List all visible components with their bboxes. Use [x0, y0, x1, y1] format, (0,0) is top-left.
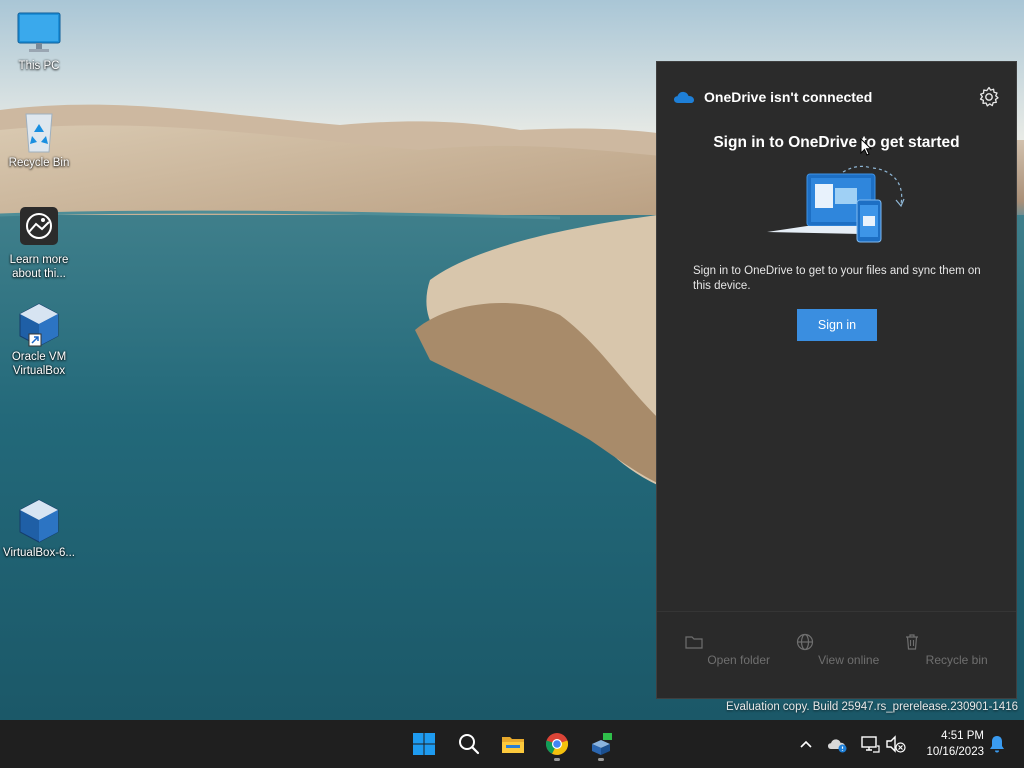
volume-button[interactable] — [884, 732, 908, 756]
onedrive-description: Sign in to OneDrive to get to your files… — [693, 265, 981, 292]
taskbar-clock[interactable]: 4:51 PM 10/16/2023 — [926, 728, 984, 760]
virtualbox-icon — [16, 498, 62, 544]
open-folder-label: Open folder — [707, 653, 771, 667]
recycle-bin-button[interactable]: Recycle bin — [891, 632, 999, 667]
learn-more-icon — [16, 205, 62, 251]
running-indicator — [554, 758, 560, 761]
file-explorer-button[interactable] — [495, 726, 531, 762]
desktop-icon-label: Recycle Bin — [8, 157, 70, 169]
start-button[interactable] — [406, 726, 442, 762]
clock-time: 4:51 PM — [941, 730, 984, 742]
desktop-icon-label: Oracle VM VirtualBox — [11, 351, 67, 377]
settings-gear-icon[interactable] — [978, 86, 1000, 108]
desktop-icon-label: This PC — [18, 60, 60, 72]
onedrive-tray-button[interactable] — [826, 732, 850, 756]
recycle-bin-icon — [16, 108, 62, 154]
search-icon — [459, 734, 480, 755]
running-indicator — [598, 758, 604, 761]
virtualbox-taskbar-button[interactable] — [583, 726, 619, 762]
taskbar: 4:51 PM 10/16/2023 — [0, 720, 1024, 768]
clock-date: 10/16/2023 — [926, 746, 984, 758]
mouse-cursor-icon — [860, 138, 872, 156]
desktop-icon-recycle-bin[interactable]: Recycle Bin — [1, 108, 77, 170]
folder-icon — [685, 636, 703, 649]
open-folder-button[interactable]: Open folder — [673, 632, 781, 667]
onedrive-tray-icon — [828, 739, 847, 753]
chrome-button[interactable] — [539, 726, 575, 762]
notification-bell-icon — [990, 736, 1004, 753]
onedrive-title: OneDrive isn't connected — [704, 89, 873, 105]
desktop-icon-oracle-vm-virtualbox[interactable]: Oracle VM VirtualBox — [1, 302, 77, 378]
sign-in-button[interactable]: Sign in — [797, 309, 877, 341]
desktop-icon-label: VirtualBox-6... — [2, 547, 75, 559]
virtualbox-icon — [592, 733, 612, 755]
chrome-icon — [545, 733, 569, 755]
laptop-phone-sync-illustration — [767, 165, 905, 243]
network-icon — [861, 736, 880, 753]
onedrive-footer: Open folder View online Recycle bin — [657, 611, 1016, 698]
notification-button[interactable] — [985, 732, 1009, 756]
onedrive-header: OneDrive isn't connected — [673, 86, 1000, 108]
evaluation-watermark: Evaluation copy. Build 25947.rs_prerelea… — [726, 701, 1018, 713]
onedrive-flyout: OneDrive isn't connected Sign in to OneD… — [656, 61, 1017, 699]
desktop-icon-this-pc[interactable]: This PC — [1, 11, 77, 73]
onedrive-heading: Sign in to OneDrive to get started — [713, 134, 960, 151]
network-button[interactable] — [858, 732, 882, 756]
view-online-button[interactable]: View online — [783, 632, 891, 667]
show-hidden-icons-button[interactable] — [794, 732, 818, 756]
desktop-icon-label: Learn more about thi... — [9, 254, 69, 280]
monitor-icon — [16, 11, 62, 57]
desktop-icon-virtualbox-installer[interactable]: VirtualBox-6... — [1, 498, 77, 560]
start-icon — [413, 733, 435, 755]
search-button[interactable] — [451, 726, 487, 762]
view-online-label: View online — [818, 653, 880, 667]
recycle-bin-label: Recycle bin — [925, 653, 988, 667]
chevron-up-icon — [800, 740, 812, 748]
virtualbox-icon — [16, 302, 62, 348]
file-explorer-icon — [502, 737, 524, 753]
trash-icon — [906, 634, 919, 650]
volume-muted-icon — [886, 735, 906, 753]
desktop-icon-learn-more[interactable]: Learn more about thi... — [1, 205, 77, 281]
onedrive-cloud-icon — [674, 91, 694, 103]
globe-icon — [796, 633, 813, 651]
